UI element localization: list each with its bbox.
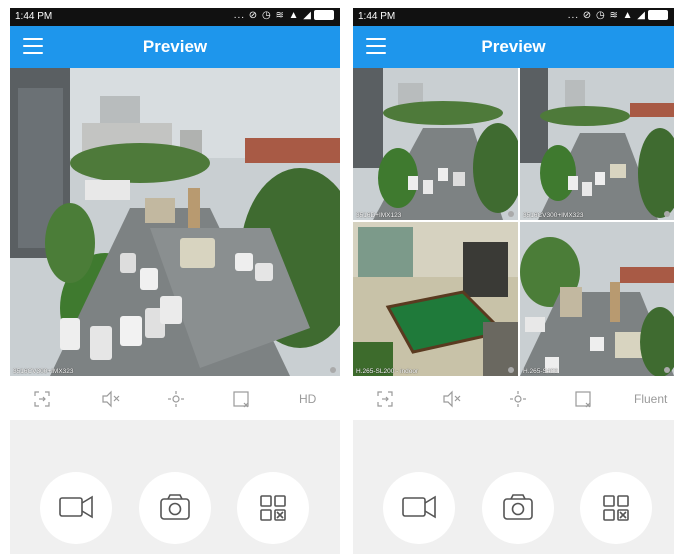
camera-feed-image xyxy=(353,68,518,220)
camera-status-icon xyxy=(330,367,336,373)
camera-view-4[interactable]: H.265-S400 xyxy=(520,222,674,376)
camera-view[interactable]: 3516CV300+IMX323 xyxy=(10,68,340,376)
camera-status-icon xyxy=(664,211,670,217)
camera-status-icon xyxy=(664,367,670,373)
grid-view-icon[interactable] xyxy=(237,472,309,544)
camera-view-2[interactable]: 3516CV300+IMX323 xyxy=(520,68,674,220)
ptz-icon[interactable] xyxy=(166,390,186,408)
page-title: Preview xyxy=(481,37,546,56)
camera-snapshot-icon[interactable] xyxy=(482,472,554,544)
video-area: 3516CV300+IMX323 xyxy=(10,68,340,376)
close-window-icon[interactable] xyxy=(574,390,594,408)
camera-label: H.265-S400 xyxy=(523,368,558,375)
close-window-icon[interactable] xyxy=(232,390,252,408)
quality-toggle[interactable]: Fluent xyxy=(634,392,667,410)
status-icons: ... ⊘ ◷ ≋ ▲ ◢ xyxy=(568,10,668,21)
app-bar: Preview xyxy=(10,26,340,68)
video-record-icon[interactable] xyxy=(40,472,112,544)
app-bar: Preview xyxy=(353,26,674,68)
status-icons: ... ⊘ ◷ ≋ ▲ ◢ xyxy=(234,10,334,21)
status-time: 1:44 PM xyxy=(15,11,53,22)
grid-view-icon[interactable] xyxy=(580,472,652,544)
camera-feed-image xyxy=(353,222,518,376)
phone-screen-quad-view: 1:44 PM ... ⊘ ◷ ≋ ▲ ◢ Preview 3516D+IMX1… xyxy=(353,8,674,554)
battery-icon xyxy=(314,10,334,21)
camera-label: 3516CV300+IMX323 xyxy=(13,368,74,375)
camera-status-icon xyxy=(508,367,514,373)
control-panel xyxy=(353,420,674,554)
camera-label: 3516D+IMX123 xyxy=(356,212,402,219)
battery-icon xyxy=(648,10,668,21)
camera-feed-image xyxy=(520,222,674,376)
camera-feed-image xyxy=(520,68,674,220)
status-icons-text: ... ⊘ ◷ ≋ ▲ ◢ xyxy=(233,10,312,21)
camera-feed-image xyxy=(10,68,340,376)
camera-view-3[interactable]: H.265-SL200 - indoor xyxy=(353,222,518,376)
camera-view-1[interactable]: 3516D+IMX123 xyxy=(353,68,518,220)
quality-toggle[interactable]: HD xyxy=(299,392,316,410)
phone-screen-single-view: 1:44 PM ... ⊘ ◷ ≋ ▲ ◢ Preview 3516CV300+… xyxy=(10,8,340,554)
preview-toolbar: Fluent xyxy=(353,376,674,420)
preview-toolbar: HD xyxy=(10,376,340,420)
speaker-mute-icon[interactable] xyxy=(442,390,462,408)
status-time: 1:44 PM xyxy=(358,11,396,22)
page-title: Preview xyxy=(142,37,208,56)
fullscreen-icon[interactable] xyxy=(33,390,51,408)
video-record-icon[interactable] xyxy=(383,472,455,544)
camera-label: 3516CV300+IMX323 xyxy=(523,212,584,219)
camera-status-icon xyxy=(508,211,514,217)
fullscreen-icon[interactable] xyxy=(376,390,394,408)
status-bar: 1:44 PM ... ⊘ ◷ ≋ ▲ ◢ xyxy=(353,8,674,26)
status-icons-text: ... ⊘ ◷ ≋ ▲ ◢ xyxy=(567,10,646,21)
status-bar: 1:44 PM ... ⊘ ◷ ≋ ▲ ◢ xyxy=(10,8,340,26)
video-area: 3516D+IMX123 3516CV300+IMX323 H.265-SL20… xyxy=(353,68,674,376)
ptz-icon[interactable] xyxy=(508,390,528,408)
speaker-mute-icon[interactable] xyxy=(101,390,121,408)
camera-snapshot-icon[interactable] xyxy=(139,472,211,544)
camera-label: H.265-SL200 - indoor xyxy=(356,368,419,375)
control-panel xyxy=(10,420,340,554)
